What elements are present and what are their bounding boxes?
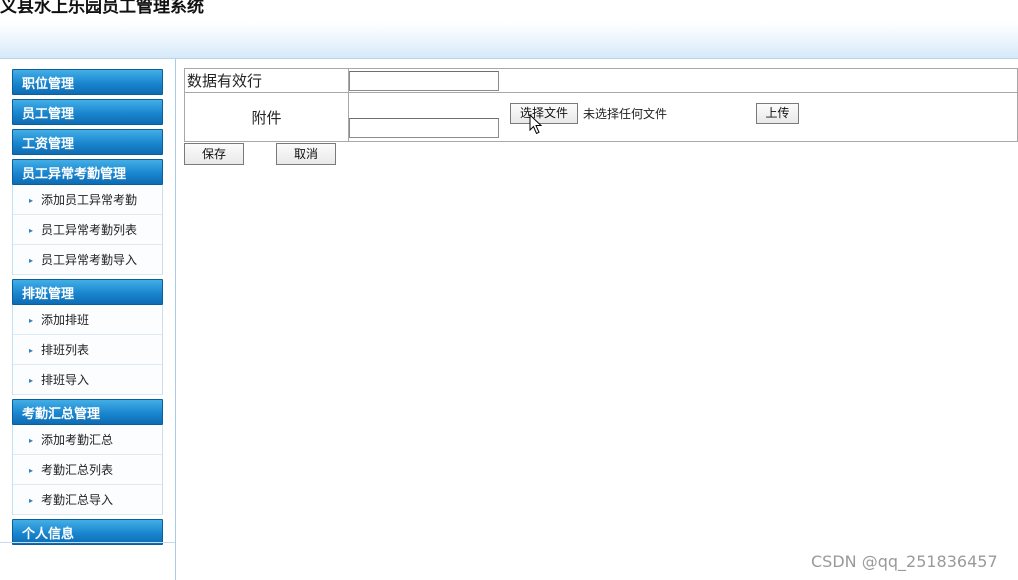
no-file-chosen-text: 未选择任何文件 <box>583 107 668 121</box>
attachment-label: 附件 <box>184 92 349 142</box>
sidebar: 职位管理 员工管理 工资管理 员工异常考勤管理 ▸ 添加员工异常考勤 ▸ 员工异常考… <box>0 59 176 580</box>
sidebar-category-abnormal-attendance[interactable]: 员工异常考勤管理 <box>12 159 163 185</box>
form-actions: 保存 取消 <box>184 143 1018 167</box>
import-form-table: 数据有效行 附件 选择文件 未选择任何文件 上传 <box>184 68 1018 142</box>
sidebar-item-label: 员工异常考勤导入 <box>41 253 138 267</box>
sidebar-item-label: 添加员工异常考勤 <box>41 193 138 207</box>
form-row-valid-rows: 数据有效行 <box>184 68 1018 93</box>
sidebar-category-attendance-summary[interactable]: 考勤汇总管理 <box>12 399 163 425</box>
chevron-right-icon: ▸ <box>29 496 34 505</box>
form-row-attachment: 附件 选择文件 未选择任何文件 上传 <box>184 92 1018 142</box>
mouse-pointer-icon <box>529 114 543 135</box>
sidebar-item-import-schedule[interactable]: ▸ 排班导入 <box>13 365 162 395</box>
watermark-text: CSDN @qq_251836457 <box>811 552 998 571</box>
valid-rows-cell <box>348 68 1018 93</box>
main-content: 数据有效行 附件 选择文件 未选择任何文件 上传 保存 取消 <box>184 68 1018 167</box>
attachment-input[interactable] <box>349 118 499 138</box>
sidebar-submenu-attendance-summary: ▸ 添加考勤汇总 ▸ 考勤汇总列表 ▸ 考勤汇总导入 <box>12 425 163 515</box>
sidebar-item-abnormal-attendance-list[interactable]: ▸ 员工异常考勤列表 <box>13 215 162 245</box>
sidebar-item-add-schedule[interactable]: ▸ 添加排班 <box>13 305 162 335</box>
valid-rows-input[interactable] <box>349 70 499 91</box>
sidebar-submenu-scheduling: ▸ 添加排班 ▸ 排班列表 ▸ 排班导入 <box>12 305 163 395</box>
sidebar-item-label: 排班列表 <box>41 343 90 357</box>
sidebar-category-employees[interactable]: 员工管理 <box>12 99 163 125</box>
sidebar-menu: 职位管理 员工管理 工资管理 员工异常考勤管理 ▸ 添加员工异常考勤 ▸ 员工异常考… <box>12 69 163 549</box>
chevron-right-icon: ▸ <box>29 436 34 445</box>
sidebar-submenu-abnormal-attendance: ▸ 添加员工异常考勤 ▸ 员工异常考勤列表 ▸ 员工异常考勤导入 <box>12 185 163 275</box>
sidebar-item-label: 考勤汇总导入 <box>41 493 114 507</box>
upload-button[interactable]: 上传 <box>756 103 799 124</box>
sidebar-item-add-abnormal-attendance[interactable]: ▸ 添加员工异常考勤 <box>13 185 162 215</box>
sidebar-item-label: 考勤汇总列表 <box>41 463 114 477</box>
chevron-right-icon: ▸ <box>29 226 34 235</box>
sidebar-item-label: 添加排班 <box>41 313 90 327</box>
sidebar-item-attendance-summary-list[interactable]: ▸ 考勤汇总列表 <box>13 455 162 485</box>
choose-file-button[interactable]: 选择文件 <box>510 103 578 124</box>
chevron-right-icon: ▸ <box>29 346 34 355</box>
valid-rows-label: 数据有效行 <box>184 68 349 93</box>
chevron-right-icon: ▸ <box>29 466 34 475</box>
sidebar-item-label: 排班导入 <box>41 373 90 387</box>
sidebar-category-salary[interactable]: 工资管理 <box>12 129 163 155</box>
save-button[interactable]: 保存 <box>184 143 244 165</box>
sidebar-item-import-attendance-summary[interactable]: ▸ 考勤汇总导入 <box>13 485 162 515</box>
sidebar-category-scheduling[interactable]: 排班管理 <box>12 279 163 305</box>
sidebar-item-add-attendance-summary[interactable]: ▸ 添加考勤汇总 <box>13 425 162 455</box>
chevron-right-icon: ▸ <box>29 196 34 205</box>
header-band <box>0 22 1018 59</box>
sidebar-item-label: 添加考勤汇总 <box>41 433 114 447</box>
sidebar-item-schedule-list[interactable]: ▸ 排班列表 <box>13 335 162 365</box>
chevron-right-icon: ▸ <box>29 256 34 265</box>
cancel-button[interactable]: 取消 <box>276 143 336 165</box>
chevron-right-icon: ▸ <box>29 376 34 385</box>
sidebar-category-positions[interactable]: 职位管理 <box>12 69 163 95</box>
sidebar-divider <box>0 542 175 543</box>
app-title: 义县水上乐园员工管理系统 <box>0 0 204 17</box>
attachment-cell: 选择文件 未选择任何文件 上传 <box>348 92 1018 142</box>
chevron-right-icon: ▸ <box>29 316 34 325</box>
sidebar-item-import-abnormal-attendance[interactable]: ▸ 员工异常考勤导入 <box>13 245 162 275</box>
sidebar-item-label: 员工异常考勤列表 <box>41 223 138 237</box>
